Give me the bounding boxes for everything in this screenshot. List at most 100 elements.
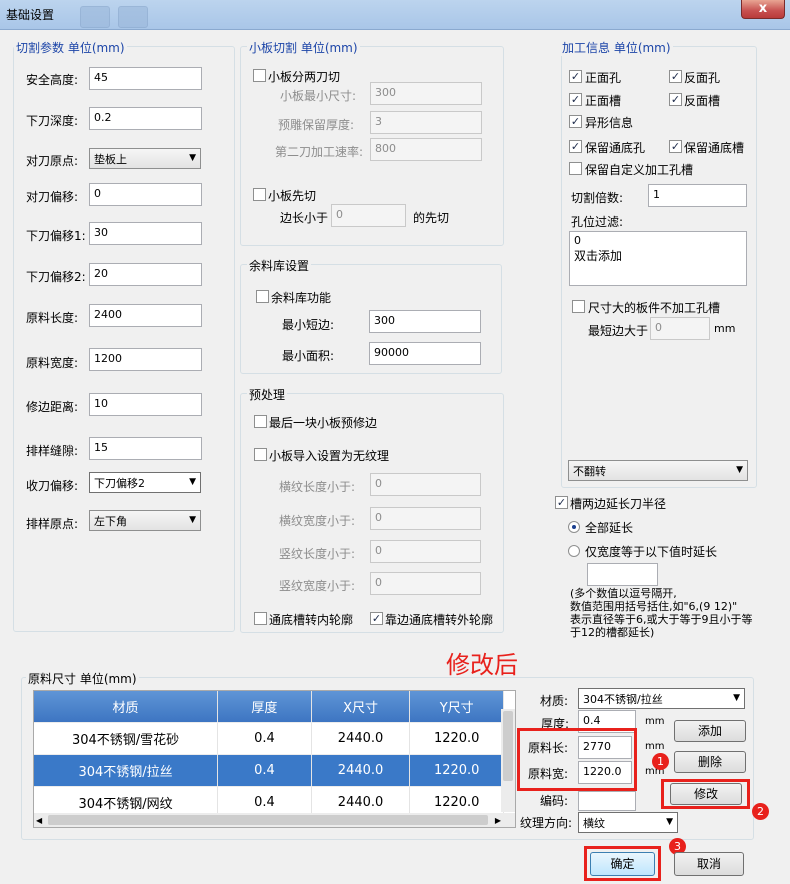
scroll-thumb[interactable]	[48, 815, 488, 825]
cell-y: 1220.0	[409, 754, 504, 787]
min-edge-over-input[interactable]: 0	[650, 317, 710, 340]
code-input[interactable]	[578, 791, 636, 811]
scroll-left-icon[interactable]: ◀	[36, 816, 42, 825]
chevron-down-icon: ▼	[736, 465, 743, 475]
cell-y: 1220.0	[409, 722, 504, 755]
cell-thickness: 0.4	[217, 722, 312, 755]
raw-width-label: 原料宽度:	[26, 356, 79, 370]
min-edge-input[interactable]: 300	[369, 310, 481, 333]
oversize-checkbox[interactable]	[572, 300, 585, 313]
no-texture-checkbox[interactable]	[254, 448, 267, 461]
outer-contour-label: 靠边通底槽转外轮廓	[385, 613, 494, 627]
raw-size-title: 原料尺寸 单位(mm)	[26, 670, 139, 687]
no-texture-label: 小板导入设置为无纹理	[269, 449, 390, 463]
flip-select[interactable]: 不翻转 ▼	[568, 460, 748, 481]
background-window-icon	[80, 6, 110, 28]
material-select[interactable]: 304不锈钢/拉丝 ▼	[578, 688, 745, 709]
h-length-label: 横纹长度小于:	[279, 480, 356, 494]
front-slot-checkbox[interactable]: ✓	[569, 93, 582, 106]
h-width-input[interactable]: 0	[370, 507, 481, 530]
inner-contour-checkbox[interactable]	[254, 612, 267, 625]
second-speed-input[interactable]: 800	[370, 138, 482, 161]
delete-button[interactable]: 删除	[674, 751, 746, 773]
close-button[interactable]: x	[741, 0, 785, 19]
hole-filter-list[interactable]: 0 双击添加	[569, 231, 747, 286]
table-row[interactable]: 304不锈钢/雪花砂 0.4 2440.0 1220.0	[34, 722, 504, 755]
small-board-title: 小板切割 单位(mm)	[247, 39, 360, 56]
chevron-down-icon: ▼	[189, 515, 196, 525]
front-hole-checkbox[interactable]: ✓	[569, 70, 582, 83]
slot-extend-checkbox[interactable]: ✓	[555, 496, 568, 509]
add-button[interactable]: 添加	[674, 720, 746, 742]
raw-length-input[interactable]: 2400	[89, 304, 202, 327]
back-slot-label: 反面槽	[684, 94, 721, 108]
min-edge-over-unit: mm	[714, 322, 736, 335]
extend-width-radio[interactable]	[568, 545, 580, 557]
tool-offset-input[interactable]: 0	[89, 183, 202, 206]
extend-width-input[interactable]	[587, 563, 658, 586]
cell-x: 2440.0	[311, 754, 411, 787]
length-input[interactable]: 2770	[578, 736, 632, 759]
modify-button[interactable]: 修改	[670, 783, 742, 805]
first-cut-label: 小板先切	[268, 189, 317, 203]
scroll-right-icon[interactable]: ▶	[495, 816, 501, 825]
outer-contour-checkbox[interactable]: ✓	[370, 612, 383, 625]
layout-origin-select[interactable]: 左下角 ▼	[89, 510, 201, 531]
keep-custom-checkbox[interactable]	[569, 162, 582, 175]
ok-button[interactable]: 确定	[590, 852, 655, 876]
cell-material: 304不锈钢/拉丝	[34, 754, 219, 787]
col-material[interactable]: 材质	[34, 691, 219, 723]
keep-through-slot-label: 保留通底槽	[684, 141, 745, 155]
keep-through-hole-checkbox[interactable]: ✓	[569, 140, 582, 153]
edge-less-input[interactable]: 0	[331, 204, 406, 227]
back-slot-checkbox[interactable]: ✓	[669, 93, 682, 106]
texture-select[interactable]: 横纹 ▼	[578, 812, 678, 833]
remnant-enable-label: 余料库功能	[271, 291, 332, 305]
safe-height-input[interactable]: 45	[89, 67, 202, 90]
col-thickness[interactable]: 厚度	[217, 691, 312, 723]
keep-through-slot-checkbox[interactable]: ✓	[669, 140, 682, 153]
min-area-input[interactable]: 90000	[369, 342, 481, 365]
vertical-scrollbar[interactable]	[501, 709, 515, 812]
shape-info-checkbox[interactable]: ✓	[569, 115, 582, 128]
back-hole-checkbox[interactable]: ✓	[669, 70, 682, 83]
length-label: 原料长:	[528, 741, 569, 755]
tool-origin-select[interactable]: 垫板上 ▼	[89, 148, 201, 169]
cut-offset1-input[interactable]: 30	[89, 222, 202, 245]
cut-offset2-input[interactable]: 20	[89, 263, 202, 286]
last-trim-checkbox[interactable]	[254, 415, 267, 428]
table-header: 材质 厚度 X尺寸 Y尺寸	[34, 691, 504, 723]
trim-distance-input[interactable]: 10	[89, 393, 202, 416]
remnant-enable-checkbox[interactable]	[256, 290, 269, 303]
extend-all-radio[interactable]	[568, 521, 580, 533]
horizontal-scrollbar[interactable]: ◀ ▶	[34, 813, 515, 827]
cancel-button[interactable]: 取消	[674, 852, 744, 876]
hole-filter-label: 孔位过滤:	[571, 215, 624, 229]
h-length-input[interactable]: 0	[370, 473, 481, 496]
col-x-size[interactable]: X尺寸	[311, 691, 411, 723]
chevron-down-icon: ▼	[189, 477, 196, 487]
keep-thickness-input[interactable]: 3	[370, 111, 482, 134]
texture-label: 纹理方向:	[520, 816, 573, 830]
two-cut-checkbox[interactable]	[253, 69, 266, 82]
cut-depth-input[interactable]: 0.2	[89, 107, 202, 130]
material-label: 材质:	[540, 694, 569, 708]
col-y-size[interactable]: Y尺寸	[409, 691, 504, 723]
v-width-input[interactable]: 0	[370, 572, 481, 595]
table-row-selected[interactable]: 304不锈钢/拉丝 0.4 2440.0 1220.0	[34, 754, 504, 787]
width-input[interactable]: 1220.0	[578, 761, 632, 784]
layout-gap-input[interactable]: 15	[89, 437, 202, 460]
v-length-input[interactable]: 0	[370, 540, 481, 563]
raw-width-input[interactable]: 1200	[89, 348, 202, 371]
extend-note-2: 数值范围用括号括住,如"6,(9 12)"	[570, 600, 738, 613]
retract-offset-label: 收刀偏移:	[26, 479, 79, 493]
first-cut-checkbox[interactable]	[253, 188, 266, 201]
retract-offset-select[interactable]: 下刀偏移2 ▼	[89, 472, 201, 493]
cut-multiple-label: 切割倍数:	[571, 191, 624, 205]
scroll-thumb[interactable]	[503, 711, 513, 781]
chevron-down-icon: ▼	[733, 693, 740, 703]
step-badge-1: 1	[652, 753, 669, 770]
tool-offset-label: 对刀偏移:	[26, 190, 79, 204]
min-size-input[interactable]: 300	[370, 82, 482, 105]
cut-multiple-input[interactable]: 1	[648, 184, 747, 207]
